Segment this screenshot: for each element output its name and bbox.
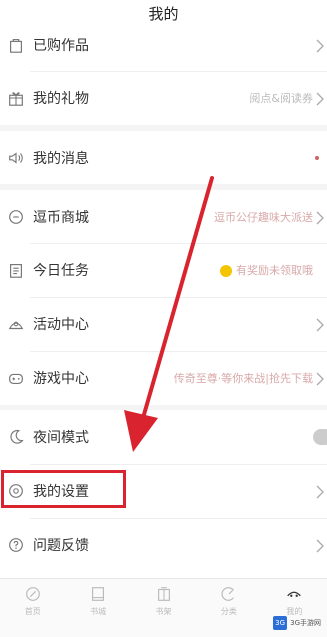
book-icon bbox=[92, 587, 105, 601]
coin-icon bbox=[7, 208, 25, 226]
home-icon bbox=[25, 587, 40, 601]
chevron-right-icon bbox=[315, 317, 325, 332]
menu-group-purchases: 已购作品 我的礼物 阅点&阅读券 bbox=[0, 28, 327, 125]
tab-label: 书城 bbox=[90, 607, 107, 616]
menu-item-label: 游戏中心 bbox=[33, 371, 89, 387]
chevron-right-icon bbox=[315, 484, 325, 499]
menu-group-activities: 逗币商城 逗币公仔趣味大派送 今日任务 有奖励未领取哦 活动中心 游戏中心 传奇… bbox=[0, 190, 327, 405]
menu-item-events[interactable]: 活动中心 bbox=[0, 297, 327, 351]
menu-item-label: 我的消息 bbox=[33, 151, 89, 167]
tab-home[interactable]: 首页 bbox=[0, 579, 65, 637]
menu-item-purchased[interactable]: 已购作品 bbox=[0, 18, 327, 72]
shop-promo-text: 逗币公仔趣味大派送 bbox=[214, 211, 313, 224]
games-promo-text: 传奇至尊·等你来战|抢先下载 bbox=[173, 372, 313, 385]
tab-label: 书架 bbox=[155, 607, 172, 616]
menu-group-messages: 我的消息 bbox=[0, 131, 327, 184]
menu-item-games[interactable]: 游戏中心 传奇至尊·等你来战|抢先下载 bbox=[0, 351, 327, 405]
menu-item-messages[interactable]: 我的消息 bbox=[0, 131, 327, 185]
menu-item-label: 夜间模式 bbox=[33, 430, 89, 446]
menu-item-night-mode[interactable]: 夜间模式 bbox=[0, 410, 327, 464]
watermark-text: 3G手游网 bbox=[290, 619, 321, 627]
menu-item-label: 已购作品 bbox=[33, 38, 89, 54]
menu-item-label: 逗币商城 bbox=[33, 210, 89, 226]
tab-label: 分类 bbox=[220, 607, 237, 616]
gift-icon bbox=[7, 89, 25, 107]
moon-icon bbox=[7, 428, 25, 446]
menu-item-label: 活动中心 bbox=[33, 317, 89, 333]
shopping-bag-icon bbox=[7, 36, 25, 54]
tab-category[interactable]: 分类 bbox=[196, 579, 261, 637]
unread-dot bbox=[315, 156, 319, 160]
activity-icon bbox=[7, 315, 25, 333]
help-icon bbox=[7, 536, 25, 554]
tab-bookshelf[interactable]: 书架 bbox=[131, 579, 196, 637]
tab-label: 首页 bbox=[24, 607, 41, 616]
reward-dot bbox=[220, 265, 232, 277]
gifts-subtitle: 阅点&阅读券 bbox=[249, 92, 313, 105]
chevron-right-icon bbox=[315, 91, 325, 106]
menu-item-label: 今日任务 bbox=[33, 263, 89, 279]
speaker-icon bbox=[7, 149, 25, 167]
site-watermark: 3G 3G手游网 bbox=[273, 616, 321, 630]
chevron-right-icon bbox=[315, 538, 325, 553]
menu-item-label: 问题反馈 bbox=[33, 538, 89, 554]
chevron-right-icon bbox=[315, 210, 325, 225]
gamepad-icon bbox=[7, 369, 25, 387]
settings-highlight-box bbox=[1, 470, 126, 508]
profile-icon bbox=[287, 591, 302, 597]
tasks-reward-status: 有奖励未领取哦 bbox=[220, 262, 313, 278]
night-mode-toggle[interactable] bbox=[313, 429, 327, 445]
tasks-reward-text: 有奖励未领取哦 bbox=[236, 264, 313, 277]
bookshelf-icon bbox=[157, 587, 170, 601]
menu-item-gifts[interactable]: 我的礼物 阅点&阅读券 bbox=[0, 71, 327, 125]
menu-item-feedback[interactable]: 问题反馈 bbox=[0, 518, 327, 572]
chevron-right-icon bbox=[315, 38, 325, 53]
menu-item-tasks[interactable]: 今日任务 有奖励未领取哦 bbox=[0, 243, 327, 297]
tab-bookstore[interactable]: 书城 bbox=[65, 579, 130, 637]
clipboard-icon bbox=[7, 261, 25, 279]
watermark-logo-icon: 3G bbox=[273, 616, 288, 630]
chevron-right-icon bbox=[315, 371, 325, 386]
menu-item-shop[interactable]: 逗币商城 逗币公仔趣味大派送 bbox=[0, 190, 327, 244]
compass-icon bbox=[221, 587, 234, 601]
menu-item-label: 我的礼物 bbox=[33, 91, 89, 107]
